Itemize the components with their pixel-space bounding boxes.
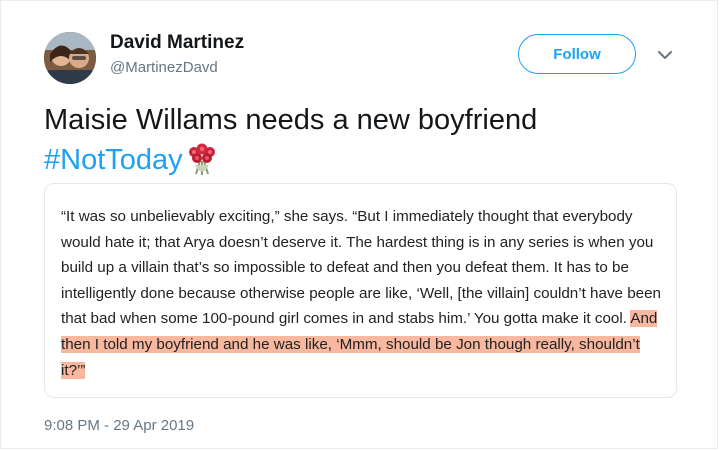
quoted-text-plain: “It was so unbelievably exciting,” she s… — [61, 208, 661, 328]
quoted-text-card[interactable]: “It was so unbelievably exciting,” she s… — [44, 183, 677, 398]
avatar[interactable] — [44, 32, 96, 84]
rose-bouquet-emoji-icon — [185, 141, 219, 186]
author-handle[interactable]: @MartinezDavd — [110, 59, 218, 76]
avatar-photo — [44, 32, 96, 84]
chevron-down-icon[interactable] — [655, 45, 675, 65]
tweet-text: Maisie Willams needs a new boyfriend #No… — [44, 100, 684, 186]
author-display-name[interactable]: David Martinez — [110, 32, 244, 54]
tweet-timestamp[interactable]: 9:08 PM - 29 Apr 2019 — [44, 417, 194, 434]
hashtag-link[interactable]: #NotToday — [44, 144, 183, 176]
follow-button[interactable]: Follow — [518, 34, 636, 74]
tweet-text-line: Maisie Willams needs a new boyfriend — [44, 104, 538, 136]
quoted-text: “It was so unbelievably exciting,” she s… — [61, 204, 661, 383]
